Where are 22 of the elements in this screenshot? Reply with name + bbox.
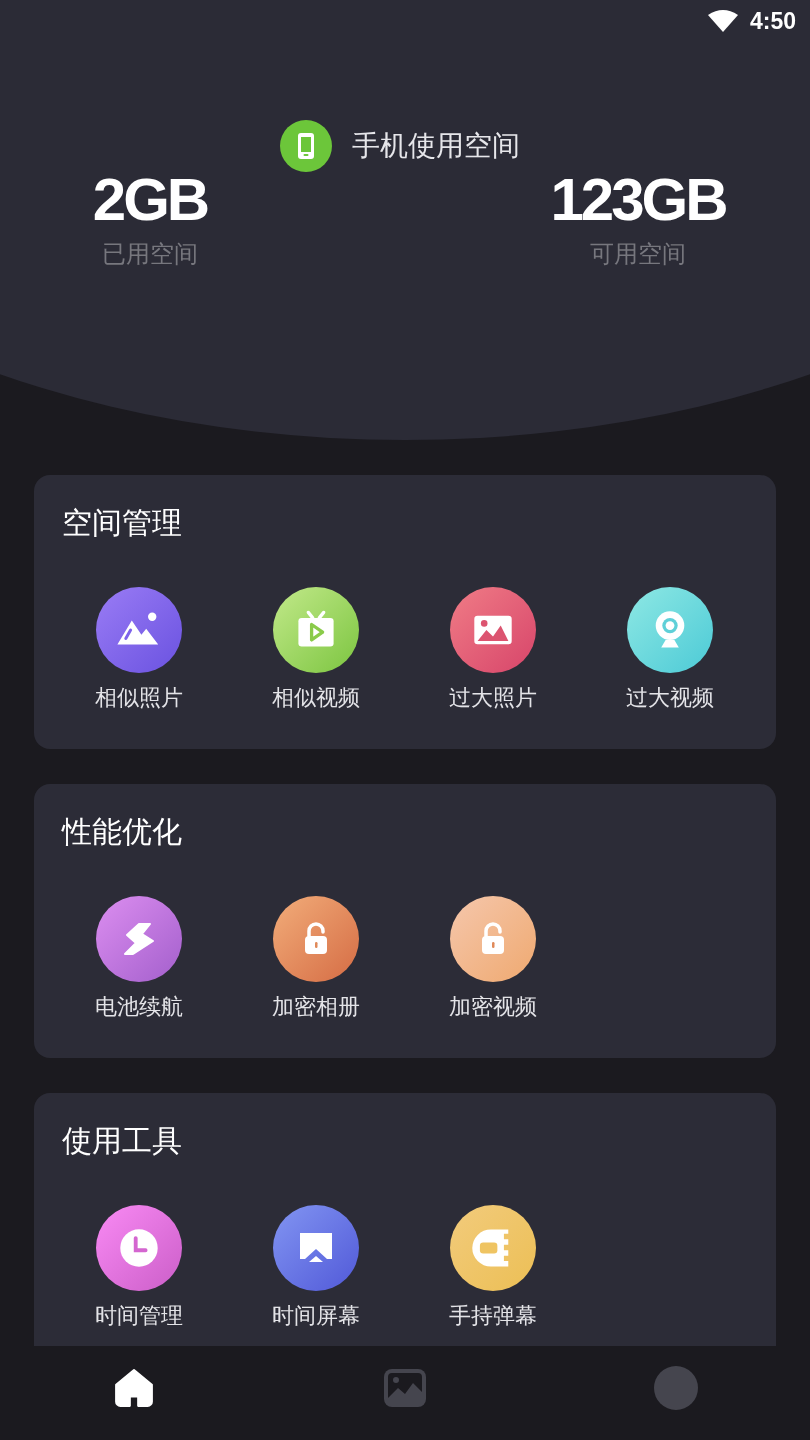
storage-title: 手机使用空间 <box>352 128 520 164</box>
used-space-label: 已用空间 <box>102 239 198 270</box>
tool-label: 电池续航 <box>94 993 183 1021</box>
tool-label: 相似视频 <box>271 684 360 712</box>
tool-label: 时间管理 <box>94 1302 183 1330</box>
free-space-value: 123GB <box>550 165 726 235</box>
free-space-label: 可用空间 <box>590 239 686 270</box>
tool-label: 加密视频 <box>448 993 537 1021</box>
status-time: 4:50 <box>749 7 796 35</box>
tool-label: 手持弹幕 <box>448 1302 537 1330</box>
wifi-icon <box>707 10 738 32</box>
used-space-value: 2GB <box>92 165 208 235</box>
tool-label: 过大照片 <box>448 684 537 712</box>
tool-label: 过大视频 <box>625 684 714 712</box>
section-title: 空间管理 <box>61 504 183 542</box>
tool-label: 相似照片 <box>94 684 183 712</box>
phone-icon <box>280 120 332 172</box>
section-title: 性能优化 <box>60 813 183 851</box>
home-icon[interactable] <box>113 1367 155 1409</box>
tool-label: 加密相册 <box>271 993 360 1021</box>
section-title: 使用工具 <box>61 1122 183 1160</box>
tool-label: 时间屏幕 <box>271 1302 360 1330</box>
